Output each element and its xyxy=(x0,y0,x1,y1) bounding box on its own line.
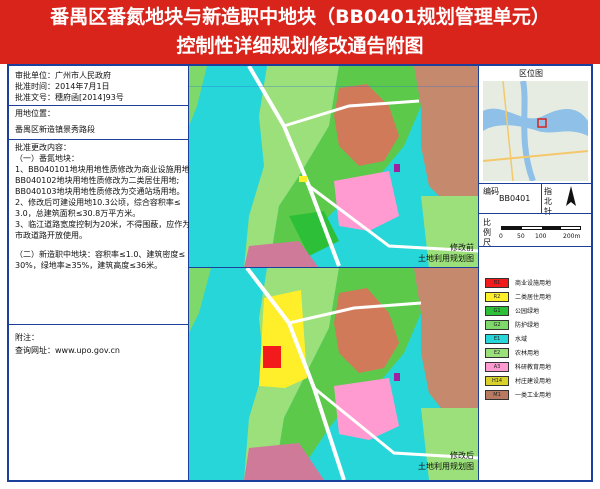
legend-swatch: E1 xyxy=(485,334,509,344)
code-label: 编码 xyxy=(483,187,499,196)
website-text: 查询网址：www.upo.gov.cn xyxy=(15,346,120,355)
map-after-drawing xyxy=(189,268,478,480)
divider xyxy=(479,246,592,247)
legend-item: E2 农林用地 xyxy=(485,347,589,360)
info-column: 审批单位：广州市人民政府 批准时间：2014年7月1日 批准文号：穗府函[201… xyxy=(9,66,193,480)
notice-page: 番禺区番氮地块与新造职中地块（BB0401规划管理单元） 控制性详细规划修改通告… xyxy=(0,0,600,489)
changes-line: BB040103地块用地性质修改为交通站场用地。 xyxy=(15,187,185,196)
changes-line: 3、临江道路宽度控制为20米，不得围蔽，应作为 xyxy=(15,220,191,229)
legend-label: 公园绿地 xyxy=(515,308,540,315)
divider xyxy=(479,183,592,184)
legend-swatch: E2 xyxy=(485,348,509,358)
scale-tick: 200m xyxy=(563,233,581,240)
changes-sub1: （一）番氮地块： xyxy=(15,154,79,163)
divider xyxy=(9,105,189,106)
location-label: 用地位置： xyxy=(15,109,55,118)
legend-item: A3 科研教育用地 xyxy=(485,361,589,374)
legend-item: H14 村庄建设用地 xyxy=(485,375,589,388)
scale-bar xyxy=(501,226,581,230)
legend-swatch: B1 xyxy=(485,278,509,288)
map-after-label: 土地利用规划图 xyxy=(418,462,474,471)
page-subtitle: 控制性详细规划修改通告附图 xyxy=(176,35,424,57)
north-arrow-icon xyxy=(566,186,576,206)
legend-label: 村庄建设用地 xyxy=(515,378,552,385)
divider xyxy=(479,213,592,214)
legend-swatch: M1 xyxy=(485,390,509,400)
approval-doc: 批准文号：穗府函[2014]93号 xyxy=(15,93,124,102)
approval-date: 批准时间：2014年7月1日 xyxy=(15,82,110,91)
notes-label: 附注： xyxy=(15,333,39,342)
legend-item: M1 一类工业用地 xyxy=(485,389,589,402)
legend-swatch: G1 xyxy=(485,306,509,316)
map-before-label: 土地利用规划图 xyxy=(418,254,474,263)
map-before-label: 修改前 xyxy=(450,243,474,252)
legend-label: 科研教育用地 xyxy=(515,364,552,371)
region-map xyxy=(483,81,588,181)
legend-swatch: R2 xyxy=(485,292,509,302)
legend-swatch: G2 xyxy=(485,320,509,330)
legend-item: B1 商业设施用地 xyxy=(485,277,589,290)
sidebar-column: 区位图 编码 BB0401 指北针 比例尺 0 50 100 200m B1 商… xyxy=(478,66,592,480)
region-map-label: 区位图 xyxy=(519,69,543,78)
location-value: 番禺区新造镇景秀路段 xyxy=(15,125,95,134)
changes-line: 市政道路开放使用。 xyxy=(15,231,87,240)
approval-unit: 审批单位：广州市人民政府 xyxy=(15,71,111,80)
scale-label: 比例尺 xyxy=(483,218,491,247)
scale-tick: 0 xyxy=(499,233,503,240)
maps-column: 修改前 土地利用规划图 修改后 土地利用规划图 xyxy=(189,66,478,480)
map-before-drawing xyxy=(189,66,478,267)
legend-swatch: A3 xyxy=(485,362,509,372)
map-after-label: 修改后 xyxy=(450,451,474,460)
changes-line: 1、BB040101地块用地性质修改为商业设施用地; xyxy=(15,165,193,174)
legend-label: 农林用地 xyxy=(515,350,540,357)
header-banner: 番禺区番氮地块与新造职中地块（BB0401规划管理单元） 控制性详细规划修改通告… xyxy=(0,0,600,64)
legend-swatch: H14 xyxy=(485,376,509,386)
changes-sub2-line: （二）新造职中地块：容积率≤1.0、建筑密度≤ xyxy=(15,250,186,259)
changes-line: 3.0，总建筑面积≤30.8万平方米。 xyxy=(15,209,141,218)
legend-label: 商业设施用地 xyxy=(515,280,552,287)
divider xyxy=(9,324,189,325)
changes-sub2-line: 30%，绿地率≥35%，建筑高度≤36米。 xyxy=(15,261,163,270)
scale-tick: 100 xyxy=(535,233,547,240)
divider xyxy=(9,139,189,140)
changes-line: 2、修改后可建设用地10.3公顷，综合容积率≤ xyxy=(15,198,181,207)
code-value: BB0401 xyxy=(499,194,531,203)
changes-line: BB040102地块用地性质修改为二类居住用地; xyxy=(15,176,180,185)
legend-item: E1 水域 xyxy=(485,333,589,346)
legend-label: 防护绿地 xyxy=(515,322,540,329)
legend-item: G1 公园绿地 xyxy=(485,305,589,318)
map-before: 修改前 土地利用规划图 xyxy=(189,66,478,268)
map-after: 修改后 土地利用规划图 xyxy=(189,268,478,480)
divider xyxy=(541,183,542,213)
legend-label: 二类居住用地 xyxy=(515,294,552,301)
scale-tick: 50 xyxy=(517,233,525,240)
legend-label: 一类工业用地 xyxy=(515,392,552,399)
page-title: 番禺区番氮地块与新造职中地块（BB0401规划管理单元） xyxy=(50,6,550,28)
legend-label: 水域 xyxy=(515,336,528,343)
legend-item: G2 防护绿地 xyxy=(485,319,589,332)
legend-item: R2 二类居住用地 xyxy=(485,291,589,304)
changes-heading: 批准更改内容： xyxy=(15,143,71,152)
